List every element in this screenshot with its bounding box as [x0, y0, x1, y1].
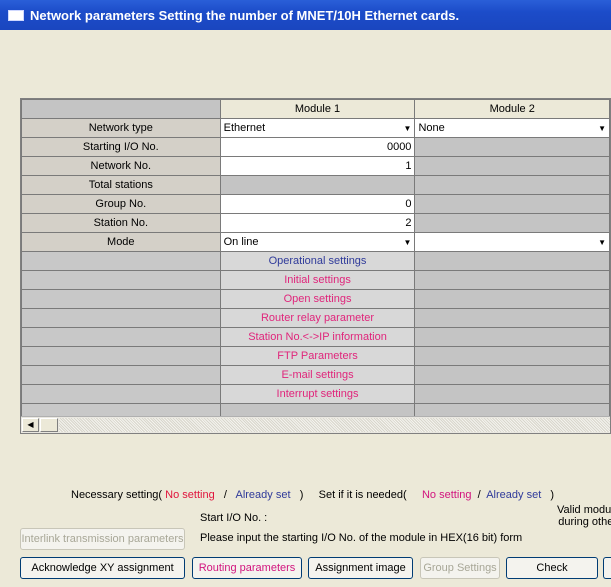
interrupt-settings-button[interactable]: Interrupt settings — [219, 384, 416, 404]
row-header-starting-io: Starting I/O No. — [21, 137, 221, 157]
open-settings-cell-module-2 — [414, 289, 610, 309]
total-stations-cell-module-1 — [219, 175, 416, 195]
chevron-down-icon[interactable]: ▼ — [598, 124, 606, 133]
row-header-blank — [21, 384, 221, 404]
operational-settings-button[interactable]: Operational settings — [219, 251, 416, 271]
total-stations-cell-module-2 — [414, 175, 610, 195]
check-button[interactable]: Check — [506, 557, 598, 579]
scroll-track[interactable] — [59, 418, 610, 432]
window-title: Network parameters Setting the number of… — [30, 7, 460, 23]
setting-legend: Necessary setting( No setting / Already … — [71, 489, 554, 501]
routing-parameters-button[interactable]: Routing parameters — [192, 557, 302, 579]
row-header-station-no: Station No. — [21, 213, 221, 233]
initial-settings-button[interactable]: Initial settings — [219, 270, 416, 290]
mode-select-module-2[interactable]: ▼ — [414, 232, 610, 252]
row-header-network-type: Network type — [21, 118, 221, 138]
valid-module-note: Valid module during other — [557, 504, 611, 528]
starting-io-cell-module-2 — [414, 137, 610, 157]
group-settings-button[interactable]: Group Settings — [420, 557, 500, 579]
column-header-module-2: Module 2 — [414, 99, 610, 119]
column-header-module-1: Module 1 — [219, 99, 416, 119]
module-table: Module 1 Module 2 Network type Ethernet ▼… — [21, 99, 610, 423]
legend-no-setting-required: No setting — [165, 489, 215, 501]
legend-already-set-required: Already set — [235, 489, 291, 501]
legend-already-set-optional: Already set — [486, 489, 542, 501]
truncated-button[interactable] — [603, 557, 611, 579]
start-io-info-text: Please input the starting I/O No. of the… — [200, 532, 523, 544]
open-settings-button[interactable]: Open settings — [219, 289, 416, 309]
group-no-input-module-1[interactable]: 0 — [219, 194, 416, 214]
network-type-value: None — [418, 122, 445, 134]
row-header-mode: Mode — [21, 232, 221, 252]
window-icon — [8, 9, 24, 21]
network-no-input-module-1[interactable]: 1 — [219, 156, 416, 176]
station-no-input-module-1[interactable]: 2 — [219, 213, 416, 233]
network-no-cell-module-2 — [414, 156, 610, 176]
legend-no-setting-optional: No setting — [421, 489, 472, 501]
chevron-down-icon[interactable]: ▼ — [404, 124, 412, 133]
row-header-blank — [21, 346, 221, 366]
network-type-select-module-2[interactable]: None ▼ — [414, 118, 610, 138]
row-header-blank — [21, 327, 221, 347]
station-ip-button[interactable]: Station No.<->IP information — [219, 327, 416, 347]
legend-if-needed-label: Set if it is needed( — [318, 489, 407, 501]
grid-corner — [21, 99, 221, 119]
router-relay-button[interactable]: Router relay parameter — [219, 308, 416, 328]
email-settings-cell-module-2 — [414, 365, 610, 385]
email-settings-button[interactable]: E-mail settings — [219, 365, 416, 385]
interlink-transmission-parameters-button[interactable]: Interlink transmission parameters — [20, 528, 185, 550]
row-header-network-no: Network No. — [21, 156, 221, 176]
ftp-parameters-button[interactable]: FTP Parameters — [219, 346, 416, 366]
initial-settings-cell-module-2 — [414, 270, 610, 290]
row-header-group-no: Group No. — [21, 194, 221, 214]
row-header-blank — [21, 289, 221, 309]
legend-close-paren: ) — [299, 489, 304, 501]
chevron-down-icon[interactable]: ▼ — [598, 238, 606, 247]
network-type-select-module-1[interactable]: Ethernet ▼ — [219, 118, 416, 138]
row-header-total-stations: Total stations — [21, 175, 221, 195]
valid-module-line-1: Valid module — [557, 504, 611, 516]
legend-slash: / — [223, 489, 227, 501]
row-header-blank — [21, 251, 221, 271]
chevron-down-icon[interactable]: ▼ — [404, 238, 412, 247]
legend-necessary-label: Necessary setting( — [71, 489, 163, 501]
module-grid: Module 1 Module 2 Network type Ethernet ▼… — [20, 98, 611, 434]
acknowledge-xy-assignment-button[interactable]: Acknowledge XY assignment — [20, 557, 185, 579]
mode-select-module-1[interactable]: On line ▼ — [219, 232, 416, 252]
valid-module-line-2: during other — [558, 516, 611, 528]
row-header-blank — [21, 365, 221, 385]
legend-slash: / — [477, 489, 481, 501]
starting-io-input-module-1[interactable]: 0000 — [219, 137, 416, 157]
start-io-info-label: Start I/O No. : — [200, 512, 268, 524]
network-type-value: Ethernet — [223, 122, 266, 134]
interrupt-settings-cell-module-2 — [414, 384, 610, 404]
router-relay-cell-module-2 — [414, 308, 610, 328]
horizontal-scrollbar[interactable]: ◀ — [21, 416, 610, 433]
row-header-blank — [21, 270, 221, 290]
ftp-parameters-cell-module-2 — [414, 346, 610, 366]
operational-settings-cell-module-2 — [414, 251, 610, 271]
scroll-left-arrow-icon[interactable]: ◀ — [22, 418, 39, 432]
legend-close-paren: ) — [550, 489, 555, 501]
row-header-blank — [21, 308, 221, 328]
title-bar: Network parameters Setting the number of… — [0, 0, 611, 30]
group-no-cell-module-2 — [414, 194, 610, 214]
assignment-image-button[interactable]: Assignment image — [308, 557, 413, 579]
scroll-thumb[interactable] — [40, 418, 58, 432]
mode-value: On line — [223, 236, 259, 248]
station-no-cell-module-2 — [414, 213, 610, 233]
station-ip-cell-module-2 — [414, 327, 610, 347]
